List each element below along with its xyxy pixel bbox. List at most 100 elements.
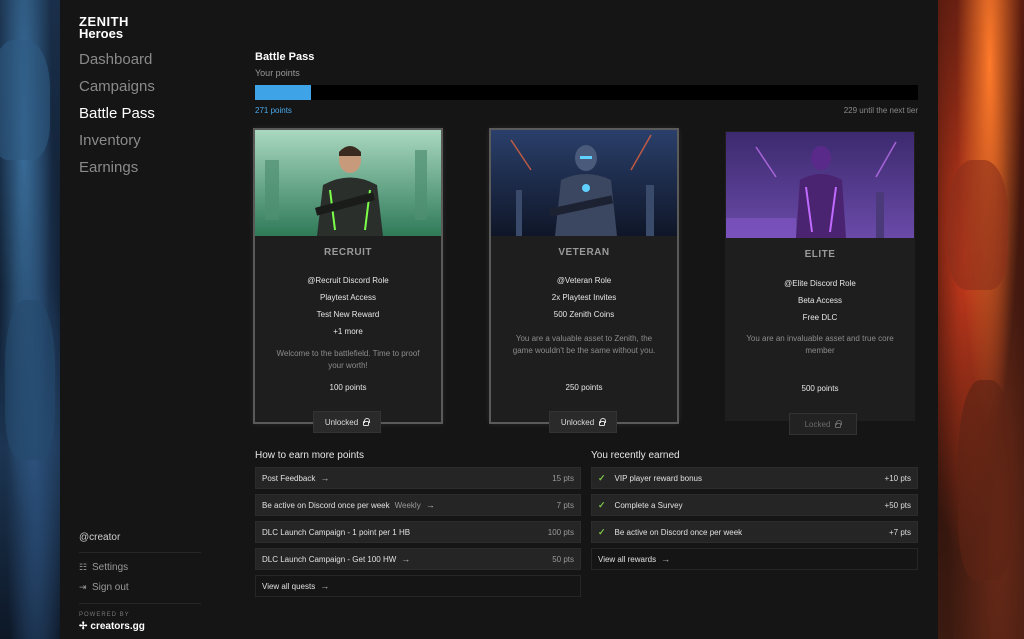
tier-description: You are a valuable asset to Zenith, the … — [512, 334, 656, 355]
nav-item-inventory[interactable]: Inventory — [79, 131, 155, 158]
quest-row[interactable]: DLC Launch Campaign - Get 100 HW → 50 pts — [255, 548, 581, 570]
perk-item: @Recruit Discord Role — [307, 276, 389, 285]
view-all-quests-link[interactable]: View all quests → — [255, 575, 581, 597]
view-all-rewards-link[interactable]: View all rewards → — [591, 548, 918, 570]
perk-item: 2x Playtest Invites — [551, 293, 617, 302]
tier-cost: 100 points — [329, 383, 367, 392]
recruit-tier-art — [255, 130, 441, 236]
perk-item: Playtest Access — [319, 293, 377, 302]
current-points: 271 points — [255, 106, 292, 115]
arrow-right-icon: → — [401, 554, 411, 564]
earned-label: Complete a Survey — [614, 500, 683, 510]
points-until-next-tier: 229 until the next tier — [843, 106, 918, 115]
signout-icon: ⇥ — [79, 582, 87, 592]
earned-label: VIP player reward bonus — [614, 473, 703, 483]
sidebar-divider — [79, 552, 201, 553]
veteran-status-button[interactable]: Unlocked — [549, 411, 617, 433]
earned-points: +10 pts — [884, 473, 911, 483]
quest-row[interactable]: Be active on Discord once per week Weekly… — [255, 494, 581, 516]
view-all-quests-label: View all quests — [262, 581, 316, 591]
perk-item: Test New Reward — [316, 310, 380, 319]
creators-mark-icon: ✢ — [79, 621, 88, 632]
perk-item: 500 Zenith Coins — [553, 310, 615, 319]
page-subtitle: Your points — [255, 68, 300, 78]
quest-points: 7 pts — [556, 500, 574, 510]
earned-points: +7 pts — [888, 527, 911, 537]
tier-card-elite[interactable]: ELITE @Elite Discord Role Beta Access Fr… — [725, 131, 915, 421]
quest-label: DLC Launch Campaign - Get 100 HW — [262, 554, 397, 564]
perk-item: @Elite Discord Role — [784, 279, 856, 288]
quest-points: 15 pts — [552, 473, 574, 483]
quest-points: 100 pts — [547, 527, 574, 537]
earned-row: ✓ Complete a Survey +50 pts — [591, 494, 918, 516]
creators-gg-name: creators.gg — [90, 621, 145, 632]
perk-item: @Veteran Role — [556, 276, 612, 285]
recently-earned-heading: You recently earned — [591, 450, 680, 461]
app-panel: ZENITH Heroes Dashboard Campaigns Battle… — [60, 0, 938, 639]
nav-item-campaigns[interactable]: Campaigns — [79, 77, 155, 104]
tier-name: VETERAN — [558, 247, 610, 258]
quest-frequency-tag: Weekly — [394, 500, 421, 510]
recruit-status-button[interactable]: Unlocked — [313, 411, 381, 433]
quest-label: Post Feedback — [262, 473, 316, 483]
tier-cost: 500 points — [801, 384, 839, 393]
quest-label: Be active on Discord once per week — [262, 500, 390, 510]
logo-line-2: Heroes — [79, 26, 124, 41]
arrow-right-icon: → — [320, 581, 330, 591]
status-label: Locked — [804, 419, 831, 429]
status-label: Unlocked — [560, 417, 595, 427]
arrow-right-icon: → — [320, 473, 330, 483]
background-art-left — [0, 0, 60, 639]
perk-item: Beta Access — [797, 296, 843, 305]
nav-item-earnings[interactable]: Earnings — [79, 158, 155, 185]
tier-description: Welcome to the battlefield. Time to proo… — [276, 349, 420, 370]
settings-link[interactable]: ☷ Settings — [79, 562, 128, 573]
tier-card-veteran[interactable]: VETERAN @Veteran Role 2x Playtest Invite… — [489, 128, 679, 424]
tier-cost: 250 points — [565, 383, 603, 392]
creators-gg-logo[interactable]: ✢ creators.gg — [79, 621, 145, 632]
perk-item: Free DLC — [802, 313, 838, 322]
earned-row: ✓ Be active on Discord once per week +7 p… — [591, 521, 918, 543]
quest-points: 50 pts — [552, 554, 574, 564]
earned-points: +50 pts — [884, 500, 911, 510]
check-icon: ✓ — [598, 472, 606, 483]
signout-link[interactable]: ⇥ Sign out — [79, 582, 129, 593]
signout-label: Sign out — [92, 582, 129, 593]
lock-icon — [599, 417, 607, 426]
sidebar: ZENITH Heroes Dashboard Campaigns Battle… — [60, 0, 210, 639]
zenith-heroes-logo[interactable]: ZENITH Heroes — [79, 15, 129, 41]
veteran-tier-art — [491, 130, 677, 236]
earned-row: ✓ VIP player reward bonus +10 pts — [591, 467, 918, 489]
main-nav: Dashboard Campaigns Battle Pass Inventor… — [79, 50, 155, 185]
arrow-right-icon: → — [425, 500, 435, 510]
tier-perks: @Veteran Role 2x Playtest Invites 500 Ze… — [491, 275, 677, 326]
tier-description: You are an invaluable asset and true cor… — [746, 334, 894, 355]
earn-points-heading: How to earn more points — [255, 450, 364, 461]
quest-row[interactable]: DLC Launch Campaign - 1 point per 1 HB 1… — [255, 521, 581, 543]
lock-icon — [363, 417, 371, 426]
settings-label: Settings — [92, 562, 129, 573]
elite-tier-art — [726, 132, 914, 238]
perk-more-link[interactable]: +1 more — [255, 326, 441, 343]
page-title: Battle Pass — [255, 51, 315, 63]
user-handle[interactable]: @creator — [79, 532, 120, 543]
nav-item-dashboard[interactable]: Dashboard — [79, 50, 155, 77]
settings-icon: ☷ — [79, 562, 88, 572]
nav-item-battle-pass[interactable]: Battle Pass — [79, 104, 155, 131]
tier-perks: @Recruit Discord Role Playtest Access Te… — [255, 275, 441, 343]
tier-name: RECRUIT — [324, 247, 372, 258]
status-label: Unlocked — [324, 417, 359, 427]
lock-icon — [835, 419, 843, 428]
check-icon: ✓ — [598, 499, 606, 510]
elite-status-button[interactable]: Locked — [789, 413, 857, 435]
points-progress-bar — [255, 85, 918, 100]
points-progress-fill — [255, 85, 312, 100]
background-art-right — [938, 0, 1024, 639]
quest-label: DLC Launch Campaign - 1 point per 1 HB — [262, 527, 411, 537]
earned-label: Be active on Discord once per week — [614, 527, 743, 537]
tier-card-recruit[interactable]: RECRUIT @Recruit Discord Role Playtest A… — [253, 128, 443, 424]
powered-by-label: POWERED BY — [79, 612, 130, 618]
sidebar-divider-2 — [79, 603, 201, 604]
quest-row[interactable]: Post Feedback → 15 pts — [255, 467, 581, 489]
tier-name: ELITE — [804, 249, 836, 260]
